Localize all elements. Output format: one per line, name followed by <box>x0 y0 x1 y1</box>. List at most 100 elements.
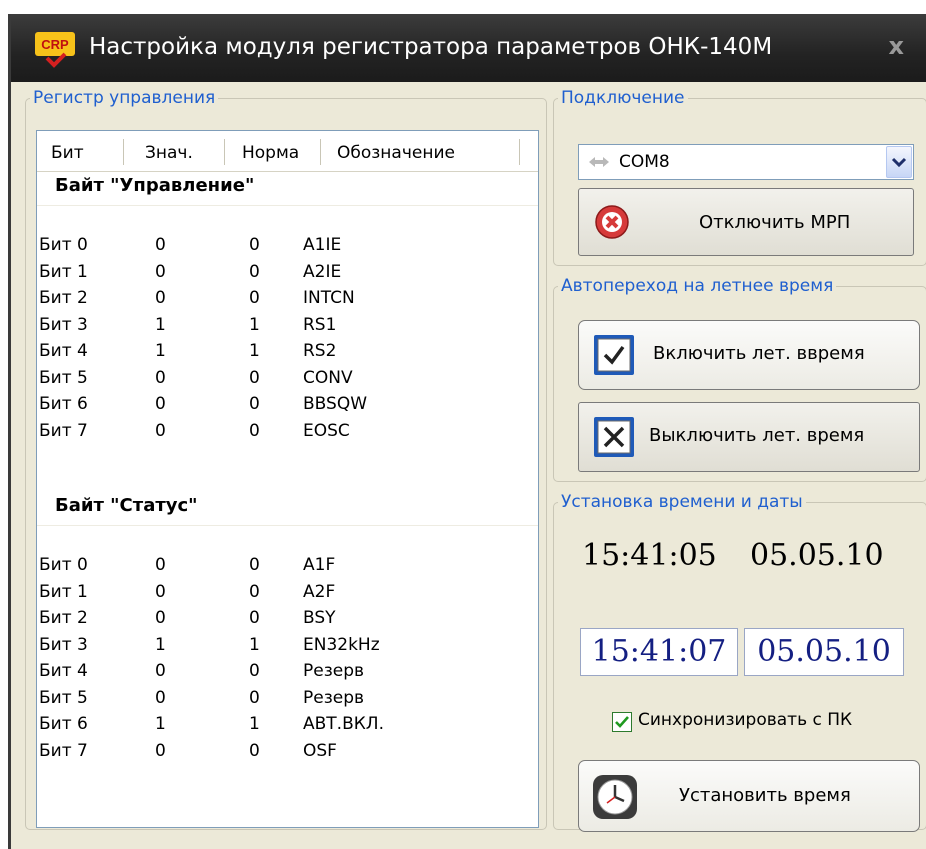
list-header: Бит Знач. Норма Обозначение <box>37 131 538 172</box>
table-row[interactable]: Бит 5 0 0 CONV <box>37 368 538 392</box>
table-row[interactable]: Бит 6 0 0 BBSQW <box>37 394 538 418</box>
title-bar[interactable]: CRP Настройка модуля регистратора параме… <box>11 14 926 82</box>
table-row[interactable]: Бит 6 1 1 АВТ.ВКЛ. <box>37 714 538 738</box>
checkbox-crossed-icon <box>594 417 634 457</box>
table-row[interactable]: Бит 1 0 0 A2F <box>37 582 538 606</box>
pc-date-field[interactable]: 05.05.10 <box>744 628 904 676</box>
window-title: Настройка модуля регистратора параметров… <box>89 34 773 60</box>
register-list[interactable]: Бит Знач. Норма Обозначение Байт "Управл… <box>36 130 539 828</box>
cell-bit: Бит 1 <box>39 261 88 282</box>
column-header-bit[interactable]: Бит <box>51 143 84 163</box>
column-header-norm[interactable]: Норма <box>242 143 299 163</box>
cell-value: 0 <box>155 661 166 681</box>
cell-value: 0 <box>155 394 166 414</box>
cell-bit: Бит 5 <box>39 687 88 708</box>
cell-designation: OSF <box>303 740 337 761</box>
enable-dst-button[interactable]: Включить лет. вв­ремя <box>578 320 920 390</box>
cell-bit: Бит 6 <box>39 394 88 414</box>
main-window: CRP Настройка модуля регистратора параме… <box>8 14 926 849</box>
port-value: COM8 <box>619 152 670 172</box>
cell-designation: АВТ.ВКЛ. <box>303 714 384 734</box>
cell-norm: 0 <box>249 555 260 575</box>
table-row[interactable]: Бит 4 1 1 RS2 <box>37 341 538 365</box>
cell-norm: 0 <box>249 235 260 255</box>
cell-norm: 0 <box>249 661 260 681</box>
cell-value: 0 <box>155 367 166 388</box>
cell-norm: 0 <box>249 261 260 282</box>
cell-bit: Бит 0 <box>39 555 88 575</box>
cell-norm: 0 <box>249 367 260 388</box>
enable-dst-label: Включить лет. вв­ремя <box>653 343 865 364</box>
cell-value: 1 <box>155 341 166 361</box>
table-row[interactable]: Бит 0 0 0 A1F <box>37 555 538 579</box>
section-title: Байт "Управление" <box>55 175 255 196</box>
cell-value: 0 <box>155 420 166 441</box>
sync-checkbox[interactable] <box>612 712 632 732</box>
serial-port-icon <box>589 157 609 167</box>
cell-value: 0 <box>155 555 166 575</box>
cell-value: 0 <box>155 261 166 282</box>
cell-designation: A1F <box>303 555 336 575</box>
cell-norm: 0 <box>249 581 260 602</box>
cell-bit: Бит 3 <box>39 634 88 655</box>
cell-bit: Бит 5 <box>39 367 88 388</box>
disable-dst-button[interactable]: Выключить лет. время <box>578 402 920 472</box>
cell-value: 0 <box>155 687 166 708</box>
table-row[interactable]: Бит 7 0 0 OSF <box>37 741 538 765</box>
cell-value: 0 <box>155 235 166 255</box>
chevron-down-icon[interactable] <box>886 146 912 178</box>
cell-norm: 1 <box>249 634 260 655</box>
cell-designation: CONV <box>303 367 353 388</box>
table-row[interactable]: Бит 2 0 0 BSY <box>37 608 538 632</box>
cell-value: 0 <box>155 740 166 761</box>
table-row[interactable]: Бит 5 0 0 Резерв <box>37 688 538 712</box>
column-header-designation[interactable]: Обозначение <box>337 143 455 163</box>
cell-value: 0 <box>155 581 166 602</box>
cell-designation: EN32kHz <box>303 634 380 655</box>
checkbox-checked-icon <box>594 335 634 375</box>
cell-norm: 1 <box>249 714 260 734</box>
set-time-button[interactable]: Установить время <box>578 760 920 832</box>
pc-time-field[interactable]: 15:41:07 <box>580 628 738 676</box>
cell-bit: Бит 2 <box>39 288 88 308</box>
column-header-value[interactable]: Знач. <box>145 143 193 163</box>
table-row[interactable]: Бит 3 1 1 EN32kHz <box>37 635 538 659</box>
table-row[interactable]: Бит 1 0 0 A2IE <box>37 262 538 286</box>
cell-value: 1 <box>155 714 166 734</box>
cell-designation: RS2 <box>303 341 337 361</box>
connection-group: Подключение COM8 Отключить МРП <box>553 88 926 266</box>
table-row[interactable]: Бит 7 0 0 EOSC <box>37 421 538 445</box>
dst-group-legend: Автопереход на летнее время <box>561 276 834 296</box>
device-time: 15:41:05 <box>582 538 717 573</box>
cell-norm: 1 <box>249 341 260 361</box>
cell-bit: Бит 0 <box>39 235 88 255</box>
cell-value: 0 <box>155 288 166 308</box>
cell-norm: 0 <box>249 740 260 761</box>
app-icon: CRP <box>35 32 75 68</box>
cell-norm: 1 <box>249 314 260 335</box>
checkmark-icon <box>615 716 629 728</box>
port-select[interactable]: COM8 <box>578 144 914 180</box>
register-group-legend: Регистр управления <box>33 88 216 108</box>
sync-label[interactable]: Синхронизировать с ПК <box>638 710 852 730</box>
table-row[interactable]: Бит 3 1 1 RS1 <box>37 315 538 339</box>
device-date: 05.05.10 <box>750 538 884 573</box>
close-button[interactable]: x <box>889 32 904 60</box>
stop-icon <box>595 205 629 239</box>
cell-value: 1 <box>155 314 166 335</box>
disconnect-label: Отключить МРП <box>699 212 851 233</box>
table-row[interactable]: Бит 0 0 0 A1IE <box>37 235 538 259</box>
disconnect-button[interactable]: Отключить МРП <box>578 188 914 256</box>
cell-designation: BBSQW <box>303 394 368 414</box>
cell-designation: A2F <box>303 581 336 602</box>
dst-group: Автопереход на летнее время Включить лет… <box>553 276 926 482</box>
cell-bit: Бит 7 <box>39 420 88 441</box>
table-row[interactable]: Бит 4 0 0 Резерв <box>37 661 538 685</box>
section-title: Байт "Статус" <box>55 495 198 516</box>
datetime-group-legend: Установка времени и даты <box>561 492 803 512</box>
cell-designation: INTCN <box>303 288 355 308</box>
app-icon-text: CRP <box>41 37 69 52</box>
table-row[interactable]: Бит 2 0 0 INTCN <box>37 288 538 312</box>
cell-bit: Бит 7 <box>39 740 88 761</box>
cell-bit: Бит 1 <box>39 581 88 602</box>
